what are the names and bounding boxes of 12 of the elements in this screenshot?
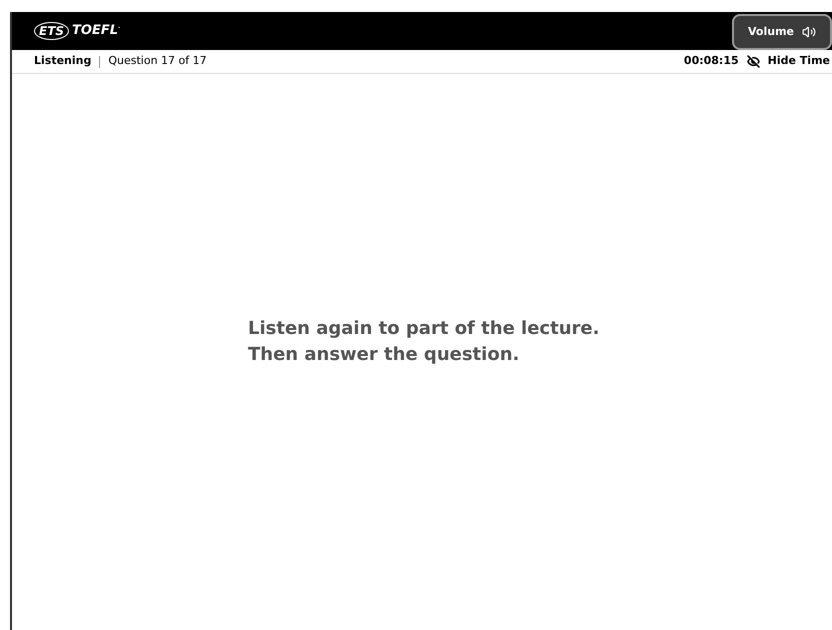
question-counter: Question 17 of 17 [108,53,207,70]
speaker-icon [802,25,816,39]
timer: 00:08:15 [684,53,739,70]
instruction-text: Then answer the question. [248,343,520,367]
hide-time-button[interactable]: Hide Time [768,53,832,70]
instruction-text: Listen again to part of the lecture. [248,317,600,341]
logo-mark: ETS [34,22,70,40]
logo-text: TOEFL [72,22,118,40]
section-label: Listening [34,53,92,70]
eye-slash-icon [746,55,760,68]
logo-suffix: . [118,20,121,33]
volume-button[interactable]: Volume [732,14,832,50]
